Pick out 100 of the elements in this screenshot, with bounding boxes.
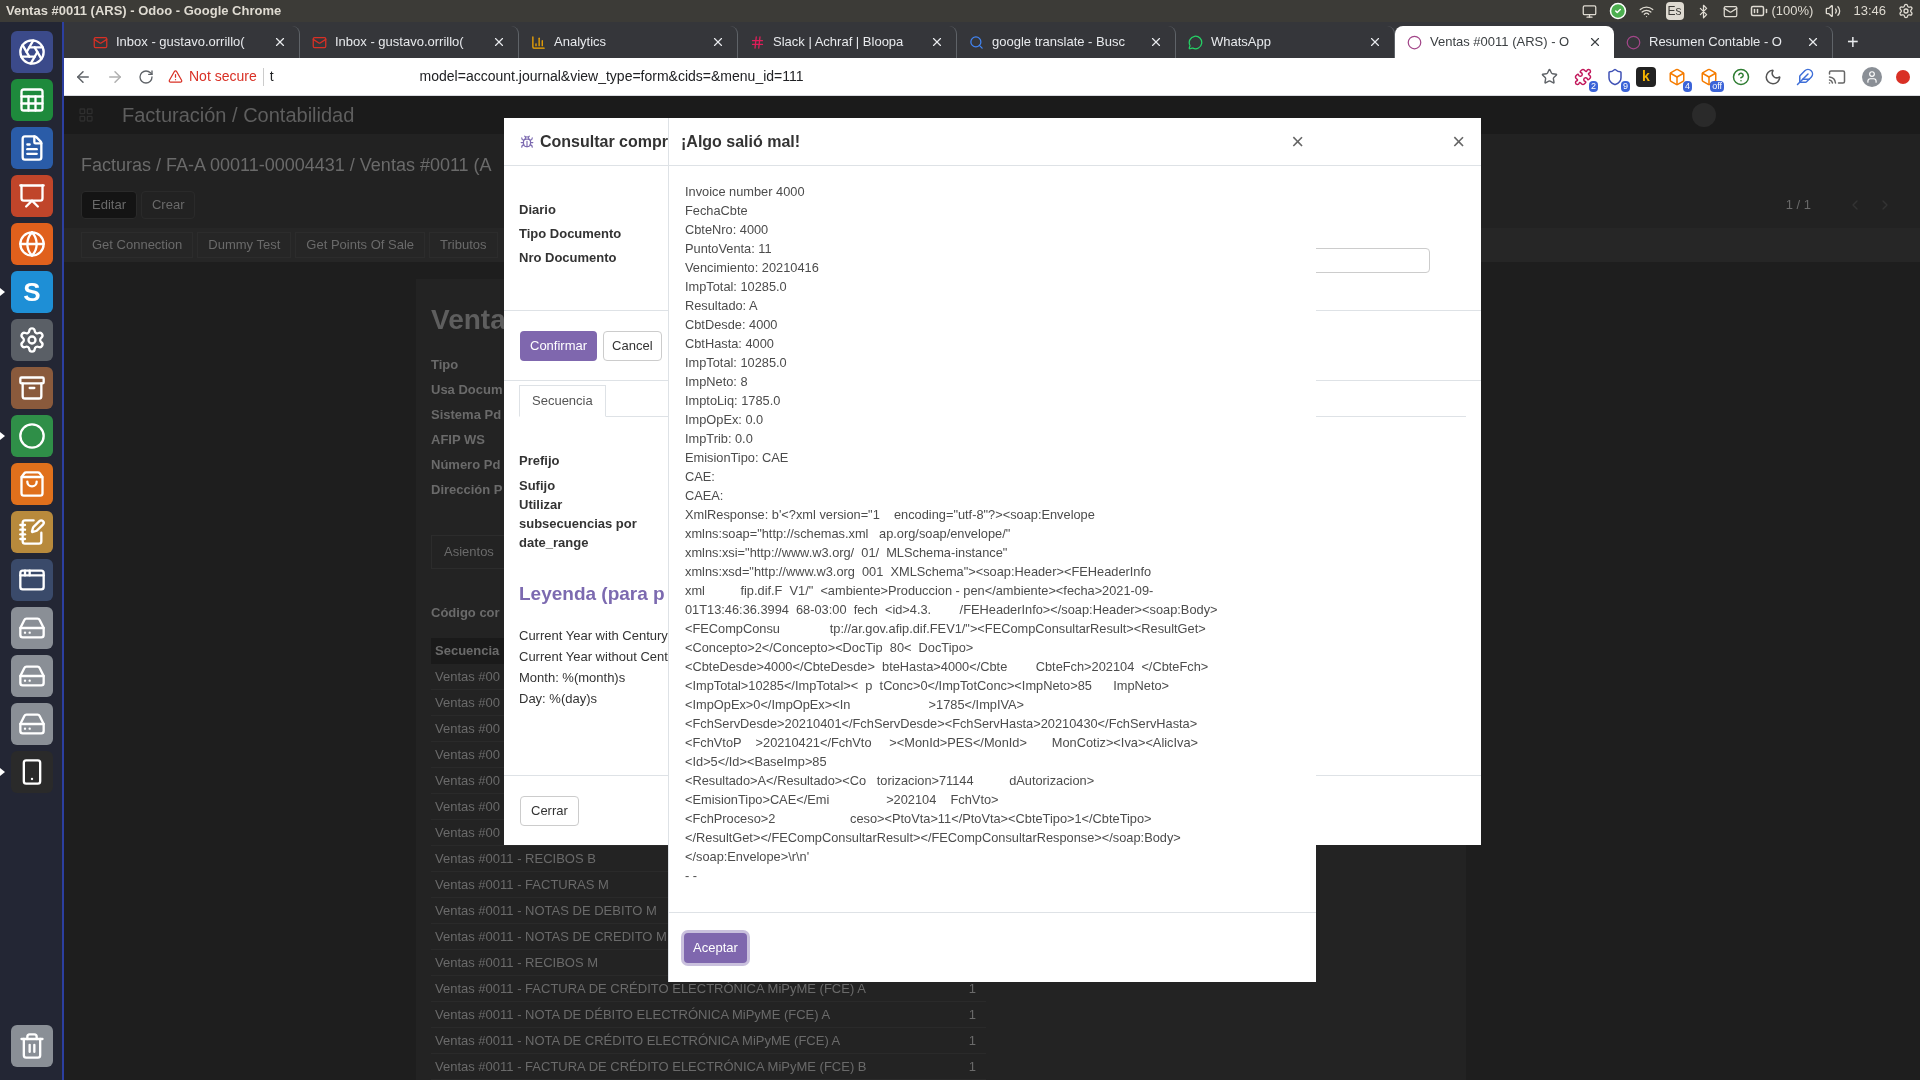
message-line: <FchVtoP >20210421</FchVto ><MonId>PES</MonId> MonCotiz><Iva><AlicIva> bbox=[685, 734, 1199, 752]
tab-title: Analytics bbox=[554, 33, 608, 52]
mail-icon bbox=[312, 34, 327, 50]
address-field[interactable]: Not secure t model=account.journal&view_type=form&cids=&menu_id=111 bbox=[168, 66, 1527, 87]
dock-launcher[interactable] bbox=[11, 31, 53, 73]
bar-chart-icon bbox=[531, 34, 546, 50]
extension-button[interactable]: k bbox=[1636, 66, 1656, 87]
star-icon[interactable] bbox=[1541, 68, 1558, 85]
circle-logo-icon bbox=[18, 422, 46, 450]
clock[interactable]: 13:46 bbox=[1853, 1, 1886, 21]
globe-icon bbox=[18, 230, 46, 258]
drawer-icon bbox=[18, 374, 46, 402]
box-icon[interactable] bbox=[1668, 67, 1686, 86]
tab-title: Resumen Contable - O bbox=[1649, 33, 1783, 52]
message-line: Vencimiento: 20210416 bbox=[685, 259, 819, 277]
close-icon[interactable] bbox=[711, 35, 725, 49]
tab-title: Ventas #0011 (ARS) - O bbox=[1430, 33, 1571, 52]
profile-avatar[interactable] bbox=[1862, 66, 1882, 87]
message-line: FechaCbte bbox=[685, 202, 748, 220]
extension-badge: off bbox=[1710, 80, 1724, 92]
settings-icon[interactable] bbox=[1898, 3, 1914, 19]
close-button[interactable]: × bbox=[1452, 130, 1465, 153]
close-icon[interactable] bbox=[1149, 35, 1163, 49]
close-icon[interactable] bbox=[492, 35, 506, 49]
check-icon[interactable] bbox=[1608, 2, 1627, 20]
message-line: <FECompConsu tp://ar.gov.afip.dif.FEV1/"><FECompConsultarResult><ResultGet> bbox=[685, 620, 1206, 638]
trash-icon bbox=[18, 1032, 46, 1060]
moon-icon[interactable] bbox=[1764, 67, 1782, 86]
legend-line: Day: %(day)s bbox=[519, 689, 598, 708]
table-cell-text: Ventas #0011 - FACTURA DE CRÉDITO ELECTRÓNICA MiPyME (FCE) A bbox=[435, 979, 866, 998]
search-icon bbox=[969, 34, 984, 50]
dock-launcher[interactable] bbox=[11, 319, 53, 361]
wifi-icon[interactable] bbox=[1638, 3, 1654, 19]
new-tab-button[interactable]: + bbox=[1833, 26, 1873, 58]
puzzle-icon[interactable] bbox=[1574, 67, 1592, 86]
monitor-icon[interactable] bbox=[1581, 3, 1597, 19]
close-icon[interactable] bbox=[1588, 35, 1602, 49]
message-line: <Id>5</Id><BaseImp>85 bbox=[685, 753, 827, 771]
pager: 1 / 1 bbox=[1785, 196, 1811, 215]
accept-button[interactable]: Aceptar bbox=[684, 932, 747, 963]
column-header: Secuencia bbox=[435, 642, 500, 661]
extension-badge: 2 bbox=[1589, 80, 1598, 92]
dock-launcher[interactable]: S bbox=[11, 271, 53, 313]
dock-launcher[interactable] bbox=[11, 175, 53, 217]
close-icon[interactable] bbox=[930, 35, 944, 49]
message-line: ImpNeto: 8 bbox=[685, 373, 748, 391]
table-cell-text: Ventas #00 bbox=[435, 771, 501, 790]
message-line: ImptoLiq: 1785.0 bbox=[685, 392, 781, 410]
app-title: Facturación / Contabilidad bbox=[122, 103, 355, 128]
message-line: <Resultado>A</Resultado><Co torizacion>71144 dAutorizacion> bbox=[685, 772, 1095, 790]
field-label: Nro Documento bbox=[519, 249, 617, 266]
message-line: CbtDesde: 4000 bbox=[685, 316, 778, 334]
tab-title: Slack | Achraf | Bloopa bbox=[773, 33, 905, 52]
dock-launcher[interactable] bbox=[11, 415, 53, 457]
battery-level: (100%) bbox=[1771, 2, 1814, 21]
security-label: Not secure bbox=[189, 67, 257, 86]
dock-launcher[interactable] bbox=[11, 751, 53, 793]
reload-icon[interactable] bbox=[138, 68, 154, 85]
tab-title: WhatsApp bbox=[1211, 33, 1272, 52]
ring-icon bbox=[1626, 34, 1641, 50]
table-cell-text: Ventas #0011 - NOTA DE CRÉDITO ELECTRÓNICA MiPyME (FCE) A bbox=[435, 1031, 841, 1050]
update-indicator-icon[interactable] bbox=[1896, 69, 1910, 84]
table-cell-text: Ventas #00 bbox=[435, 823, 501, 842]
close-dialog-button[interactable]: Cerrar bbox=[520, 795, 579, 826]
message-line: ImpTotal: 10285.0 bbox=[685, 354, 787, 372]
shield-icon[interactable] bbox=[1606, 67, 1624, 86]
close-icon[interactable] bbox=[1368, 35, 1382, 49]
browser-tab[interactable]: Ventas #0011 (ARS) - O bbox=[1395, 26, 1614, 58]
table-cell-text: Ventas #00 bbox=[435, 693, 501, 712]
keyboard-layout[interactable]: Es bbox=[1665, 2, 1684, 20]
feather-icon[interactable] bbox=[1796, 67, 1814, 86]
tab-title: Inbox - gustavo.orrillo( bbox=[335, 33, 465, 52]
shopping-bag-icon bbox=[18, 470, 46, 498]
close-icon[interactable] bbox=[273, 35, 287, 49]
message-line: xmlns:soap="http://schemas.xml ap.org/soap/envelope/" bbox=[685, 525, 1011, 543]
cancel-button[interactable]: Cancel bbox=[603, 330, 662, 361]
dock-launcher[interactable] bbox=[11, 559, 53, 601]
dock-launcher[interactable] bbox=[11, 79, 53, 121]
dock-launcher[interactable] bbox=[11, 127, 53, 169]
legend-line: Current Year without Cent bbox=[519, 647, 668, 666]
spreadsheet-icon bbox=[18, 86, 46, 114]
gear-icon bbox=[18, 326, 46, 354]
running-indicator-icon bbox=[0, 432, 5, 440]
confirm-button[interactable]: Confirmar bbox=[520, 330, 598, 361]
dock-launcher[interactable] bbox=[11, 367, 53, 409]
extension-badge: 9 bbox=[1621, 80, 1630, 92]
ring-icon bbox=[1407, 34, 1422, 50]
close-icon[interactable] bbox=[1806, 35, 1820, 49]
message-line: <EmisionTipo>CAE</Emi >202104 FchVto> bbox=[685, 791, 999, 809]
notebook-tab[interactable]: Secuencia bbox=[519, 385, 606, 417]
volume-icon[interactable] bbox=[1825, 3, 1842, 19]
tab-title: google translate - Busc bbox=[992, 33, 1126, 52]
bug-icon bbox=[520, 134, 534, 149]
breadcrumb: Facturas / FA-A 00011-00004431 / Ventas #0011 (A bbox=[81, 154, 493, 177]
help-icon[interactable] bbox=[1732, 67, 1750, 86]
close-button[interactable]: × bbox=[1291, 130, 1304, 153]
message-line: xmlns:xsi="http://www.w3.org/ 01/ MLSchema-instance" bbox=[685, 544, 1008, 562]
mail-icon[interactable] bbox=[1722, 3, 1738, 19]
cast-icon[interactable] bbox=[1828, 67, 1846, 86]
message-line: <CbteDesde>4000</CbteDesde> bteHasta>4000</Cbte CbteFch>202104 </CbteFch> bbox=[685, 658, 1209, 676]
